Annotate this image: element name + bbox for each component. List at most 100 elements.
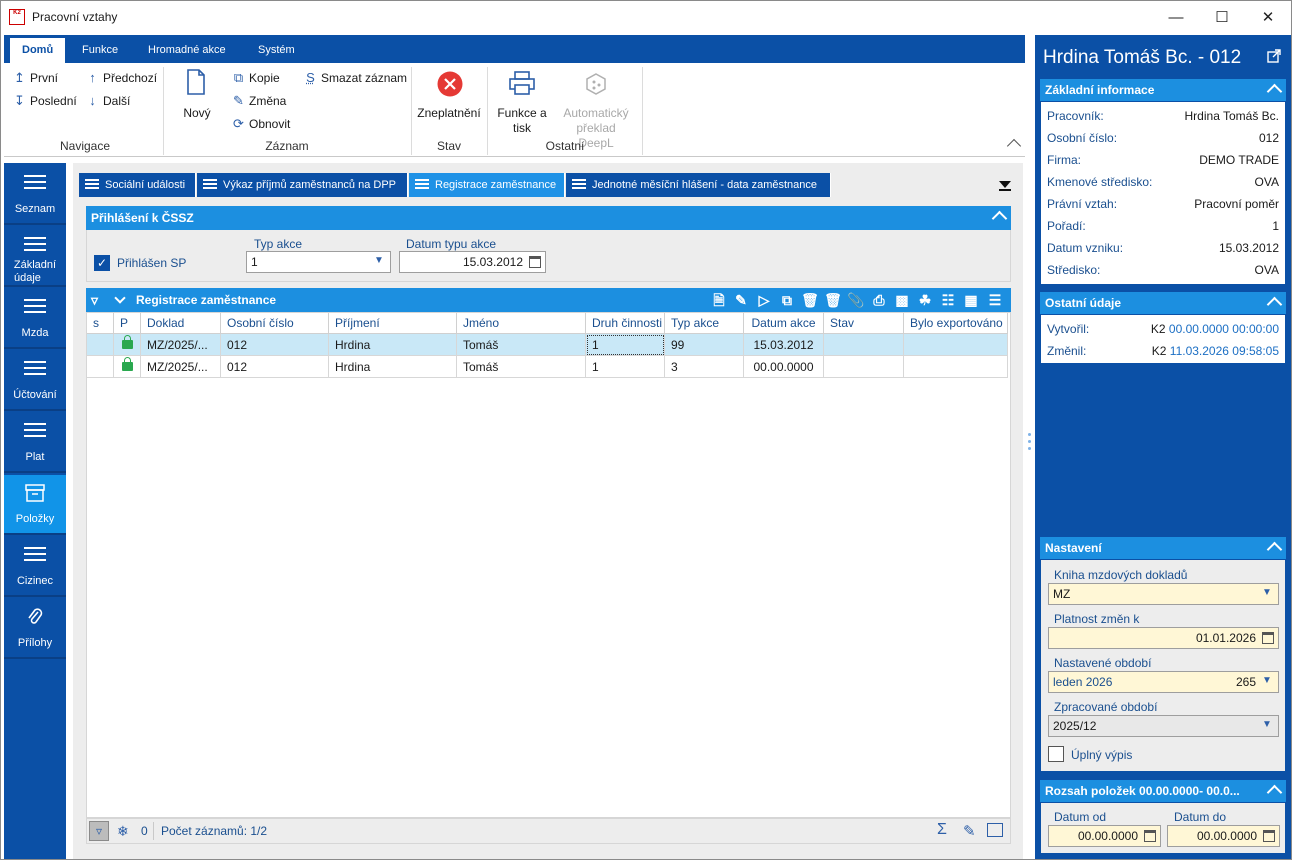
menu-icon[interactable]: ☰	[986, 292, 1004, 308]
col-header-doklad[interactable]: Doklad	[141, 313, 221, 334]
settings-table-icon[interactable]	[987, 823, 1003, 837]
popout-icon[interactable]	[1267, 49, 1281, 63]
maximize-button[interactable]: ☐	[1199, 1, 1245, 33]
table-row[interactable]: MZ/2025/... 012 Hrdina Tomáš 1 3 00.00.0…	[87, 356, 1008, 378]
col-header-datum-akce[interactable]: Datum akce	[744, 313, 824, 334]
tab-domu[interactable]: Domů	[10, 38, 66, 63]
tab-jednotne-mesicni-hlaseni[interactable]: Jednotné měsíční hlášení - data zaměstna…	[566, 173, 831, 197]
calendar-icon[interactable]	[1263, 830, 1275, 842]
collapse-grid-icon[interactable]	[114, 292, 126, 304]
tree-icon[interactable]: ☘	[916, 292, 934, 308]
col-header-typ-akce[interactable]: Typ akce	[665, 313, 744, 334]
calendar-icon[interactable]	[529, 256, 541, 268]
sidebar-item-uctovani[interactable]: Účtování	[4, 351, 66, 411]
tabs-dropdown-icon[interactable]	[999, 181, 1011, 188]
date-to-field[interactable]: 00.00.0000	[1167, 825, 1280, 847]
copy-icon[interactable]: ⧉	[778, 292, 796, 308]
edit-pencil-icon[interactable]: ✎	[963, 822, 976, 840]
date-from-value: 00.00.0000	[1077, 829, 1138, 843]
sidebar-item-zakladni-udaje[interactable]: Základní údaje	[4, 227, 66, 287]
sidebar-item-cizinec[interactable]: Cizinec	[4, 537, 66, 597]
collapse-icon[interactable]	[991, 210, 1008, 227]
deepl-translate-button[interactable]: Automatický překlad DeepL	[557, 69, 635, 150]
tab-hromadne-akce[interactable]: Hromadné akce	[136, 38, 238, 63]
date-from-field[interactable]: 00.00.0000	[1048, 825, 1161, 847]
change-button[interactable]: ✎ Změna	[232, 93, 286, 109]
first-button[interactable]: ↥ První	[13, 70, 58, 86]
sidebar-item-plat[interactable]: Plat	[4, 413, 66, 473]
chart-icon[interactable]: ▩	[893, 292, 911, 308]
col-header-jmeno[interactable]: Jméno	[457, 313, 586, 334]
col-header-druh-cinnosti[interactable]: Druh činnosti	[586, 313, 665, 334]
tab-label: Jednotné měsíční hlášení - data zaměstna…	[592, 179, 818, 191]
book-select[interactable]: MZ ▼	[1048, 583, 1279, 605]
sidebar-label: údaje	[14, 272, 41, 284]
invalidate-button[interactable]: Zneplatnění	[415, 69, 483, 127]
sidebar-item-polozky[interactable]: Položky	[4, 475, 66, 535]
cell-jmeno: Tomáš	[457, 356, 586, 378]
edit-icon[interactable]: ✎	[732, 292, 750, 308]
calendar-icon[interactable]	[1262, 632, 1274, 644]
table-row[interactable]: MZ/2025/... 012 Hrdina Tomáš 1 99 15.03.…	[87, 334, 1008, 356]
tab-registrace-zamestnance[interactable]: Registrace zaměstnance	[409, 173, 565, 197]
info-row-poradi: Pořadí: 1	[1047, 219, 1279, 233]
col-header-bylo-exportovano[interactable]: Bylo exportováno	[904, 313, 1008, 334]
prihlasen-sp-checkbox[interactable]: ✓	[94, 255, 110, 271]
filter-toggle-icon[interactable]: ▿	[89, 821, 109, 841]
change-label: Změna	[249, 94, 287, 108]
new-record-icon[interactable]: 🗎	[710, 292, 728, 308]
panel-splitter[interactable]	[1028, 433, 1032, 457]
sidebar-item-seznam[interactable]: Seznam	[4, 165, 66, 225]
sidebar-label: Základní	[13, 259, 57, 271]
minimize-button[interactable]: —	[1153, 1, 1199, 33]
calendar-icon[interactable]	[1144, 830, 1156, 842]
print-icon[interactable]: ⎙	[870, 292, 888, 308]
previous-button[interactable]: ↑ Předchozí	[86, 70, 157, 85]
range-body: Datum od 00.00.0000 Datum do 00.00.0000	[1040, 802, 1286, 854]
tab-system[interactable]: Systém	[246, 38, 307, 63]
typ-akce-select[interactable]: 1 ▼	[246, 251, 391, 273]
col-header-prijmeni[interactable]: Příjmení	[329, 313, 457, 334]
next-button[interactable]: ↓ Další	[86, 93, 130, 108]
last-button[interactable]: ↧ Poslední	[13, 93, 77, 109]
list-icon	[415, 179, 429, 191]
print-functions-button[interactable]: Funkce a tisk	[493, 69, 551, 135]
processed-select[interactable]: 2025/12 ▼	[1048, 715, 1279, 737]
tab-funkce[interactable]: Funkce	[70, 38, 130, 63]
full-listing-checkbox[interactable]	[1048, 746, 1064, 762]
close-window-button[interactable]: ✕	[1245, 1, 1291, 33]
col-header-s[interactable]: s	[87, 313, 114, 334]
col-header-stav[interactable]: Stav	[824, 313, 904, 334]
sidebar-item-prilohy[interactable]: Přílohy	[4, 599, 66, 659]
refresh-button[interactable]: ⟳ Obnovit	[232, 116, 290, 132]
datum-typu-akce-field[interactable]: 15.03.2012	[399, 251, 546, 273]
play-icon[interactable]: ▷	[755, 292, 773, 308]
period-select[interactable]: leden 2026 265 ▼	[1048, 671, 1279, 693]
attach-icon[interactable]: 📎	[847, 292, 865, 308]
dropdown-icon: ▼	[1262, 587, 1272, 598]
tab-vykaz-prijmu[interactable]: Výkaz příjmů zaměstnanců na DPP	[197, 173, 408, 197]
col-header-p[interactable]: P	[114, 313, 141, 334]
collapse-icon[interactable]	[1266, 296, 1283, 313]
cell-bylo-exportovano	[904, 356, 1008, 378]
tab-socialni-udalosti[interactable]: Sociální události	[79, 173, 196, 197]
snowflake-icon[interactable]: ❄	[117, 823, 129, 840]
delete-icon[interactable]: 🗑	[801, 292, 819, 308]
filter-icon[interactable]: ▿	[91, 288, 98, 312]
columns-icon[interactable]: ☷	[939, 292, 957, 308]
collapse-icon[interactable]	[1266, 83, 1283, 100]
col-header-osobni-cislo[interactable]: Osobní číslo	[221, 313, 329, 334]
print-label-2: tisk	[513, 121, 531, 135]
sidebar-item-mzda[interactable]: Mzda	[4, 289, 66, 349]
collapse-icon[interactable]	[1266, 541, 1283, 558]
previous-label: Předchozí	[103, 70, 158, 85]
delete-all-icon[interactable]: 🗑	[824, 292, 842, 308]
cell-druh-cinnosti[interactable]: 1	[586, 334, 665, 356]
export-icon[interactable]: ▦	[962, 292, 980, 308]
validity-date-field[interactable]: 01.01.2026	[1048, 627, 1279, 649]
collapse-icon[interactable]	[1266, 784, 1283, 801]
copy-button[interactable]: ⧉ Kopie	[232, 70, 280, 86]
sum-icon[interactable]: Σ	[937, 821, 947, 839]
delete-record-button[interactable]: S Smazat záznam	[304, 70, 407, 85]
new-button[interactable]: Nový	[179, 69, 215, 127]
